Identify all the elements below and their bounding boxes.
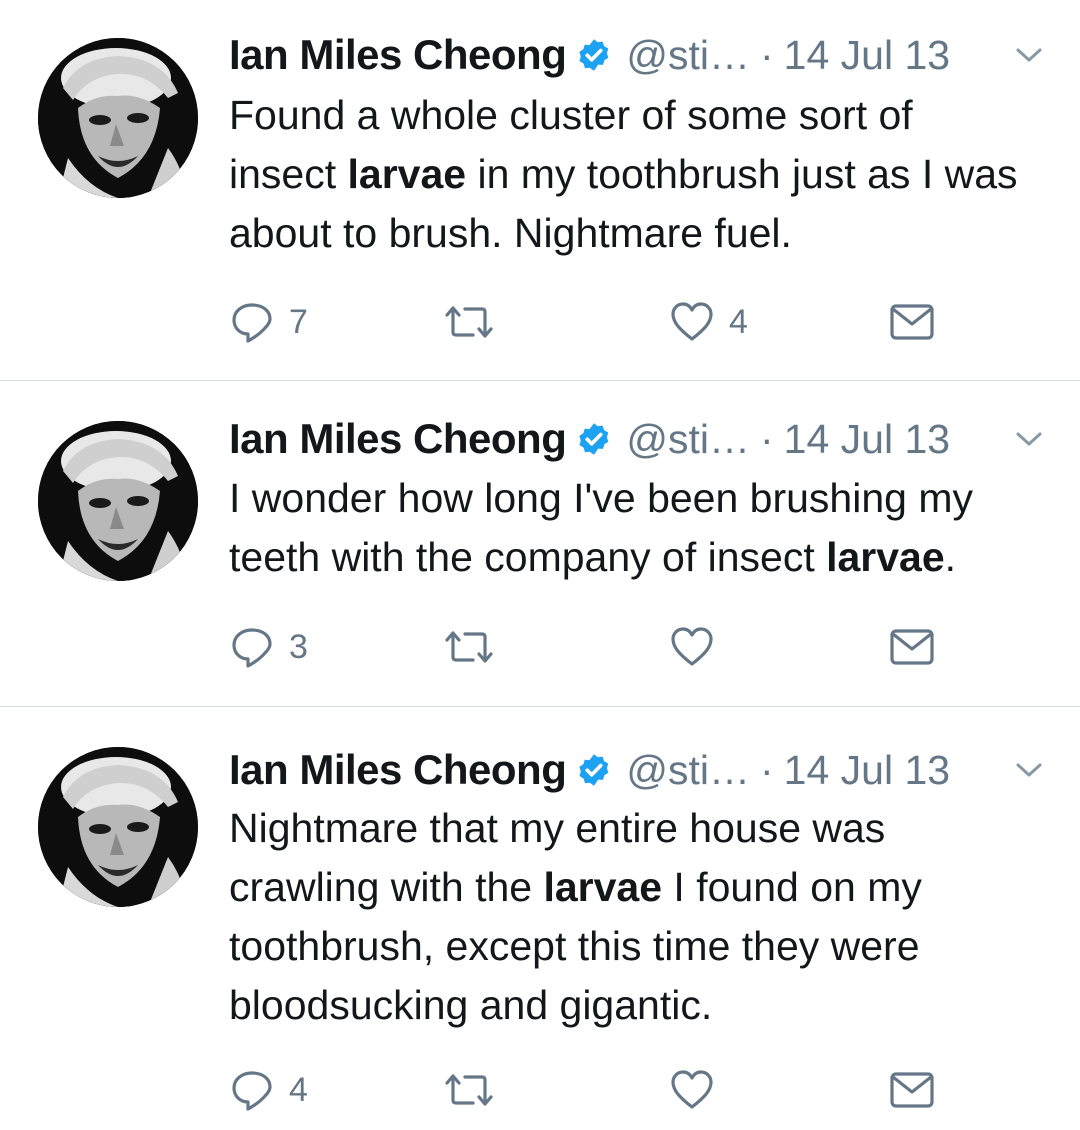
tweet-header: Ian Miles Cheong @sti… · 14 Jul 13	[229, 414, 1080, 464]
reply-button[interactable]: 3	[229, 619, 308, 675]
verified-badge-icon	[579, 423, 609, 455]
timeline: Ian Miles Cheong @sti… · 14 Jul 13 Found…	[0, 0, 1080, 1130]
tweet-date[interactable]: 14 Jul 13	[784, 747, 950, 794]
heart-icon	[671, 1070, 713, 1109]
author-name[interactable]: Ian Miles Cheong	[229, 31, 567, 79]
avatar[interactable]	[38, 38, 198, 198]
avatar-image	[38, 421, 198, 581]
like-count: 4	[729, 302, 748, 341]
envelope-icon	[890, 629, 934, 665]
tweet-actions: 4	[229, 1062, 949, 1118]
like-button[interactable]: 4	[669, 294, 748, 350]
avatar-image	[38, 747, 198, 907]
like-button[interactable]	[669, 1062, 729, 1118]
tweet-date[interactable]: 14 Jul 13	[784, 32, 950, 79]
reply-button[interactable]: 7	[229, 294, 308, 350]
heart-icon	[671, 627, 713, 666]
verified-badge-icon	[579, 39, 609, 71]
chevron-down-icon[interactable]	[1014, 759, 1044, 781]
avatar[interactable]	[38, 747, 198, 907]
tweet[interactable]: Ian Miles Cheong @sti… · 14 Jul 13 Night…	[0, 707, 1080, 1130]
tweet-text: Found a whole cluster of some sort of in…	[229, 92, 1018, 256]
tweet-actions: 7 4	[229, 294, 949, 350]
retweet-icon	[445, 1074, 493, 1106]
reply-count: 7	[289, 302, 308, 341]
reply-icon	[232, 303, 272, 343]
reply-count: 4	[289, 1070, 308, 1109]
retweet-button[interactable]	[441, 1062, 511, 1118]
chevron-down-icon[interactable]	[1014, 428, 1044, 450]
verified-badge-icon	[579, 754, 609, 786]
tweet-header: Ian Miles Cheong @sti… · 14 Jul 13	[229, 745, 1080, 795]
tweet-text: Nightmare that my entire house was crawl…	[229, 805, 922, 1028]
tweet-actions: 3	[229, 619, 949, 675]
highlighted-term: larvae	[826, 534, 945, 580]
reply-icon	[232, 1071, 272, 1111]
author-handle[interactable]: @sti…	[626, 747, 750, 794]
separator-dot: ·	[760, 31, 774, 78]
like-button[interactable]	[669, 619, 729, 675]
author-handle[interactable]: @sti…	[626, 416, 750, 463]
author-name[interactable]: Ian Miles Cheong	[229, 746, 567, 794]
heart-icon	[671, 302, 713, 341]
tweet[interactable]: Ian Miles Cheong @sti… · 14 Jul 13 Found…	[0, 0, 1080, 380]
avatar-image	[38, 38, 198, 198]
envelope-icon	[890, 1072, 934, 1108]
reply-icon	[232, 628, 272, 668]
tweet-header: Ian Miles Cheong @sti… · 14 Jul 13	[229, 30, 1080, 80]
separator-dot: ·	[760, 746, 774, 793]
highlighted-term: larvae	[543, 864, 663, 910]
author-handle[interactable]: @sti…	[626, 32, 750, 79]
tweet-date[interactable]: 14 Jul 13	[784, 416, 950, 463]
tweet-text: I wonder how long I've been brushing my …	[229, 475, 973, 580]
highlighted-term: larvae	[347, 151, 467, 197]
retweet-button[interactable]	[441, 294, 511, 350]
direct-message-button[interactable]	[889, 1062, 935, 1118]
avatar[interactable]	[38, 421, 198, 581]
tweet[interactable]: Ian Miles Cheong @sti… · 14 Jul 13 I won…	[0, 381, 1080, 706]
reply-button[interactable]: 4	[229, 1062, 308, 1118]
separator-dot: ·	[760, 415, 774, 462]
chevron-down-icon[interactable]	[1014, 44, 1044, 66]
author-name[interactable]: Ian Miles Cheong	[229, 415, 567, 463]
direct-message-button[interactable]	[889, 619, 935, 675]
envelope-icon	[890, 304, 934, 340]
retweet-icon	[445, 631, 493, 663]
reply-count: 3	[289, 627, 308, 666]
retweet-button[interactable]	[441, 619, 511, 675]
retweet-icon	[445, 306, 493, 338]
direct-message-button[interactable]	[889, 294, 935, 350]
